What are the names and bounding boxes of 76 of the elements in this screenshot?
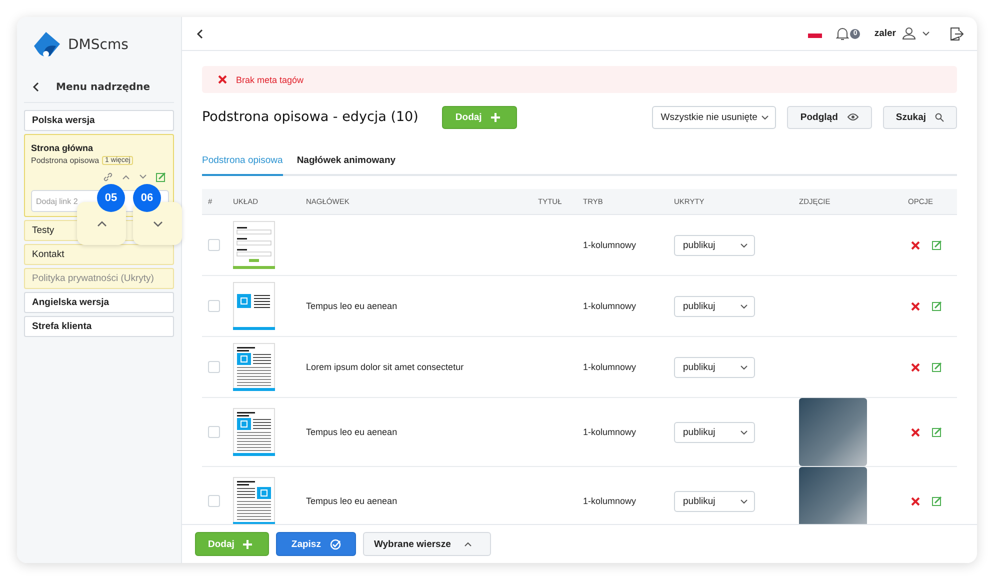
heading-text: Tempus leo eu aenean — [306, 496, 398, 506]
chevron-down-icon — [740, 430, 748, 434]
filter-dropdown[interactable]: Wszystkie nie usunięte — [652, 106, 776, 128]
bell-icon[interactable] — [836, 26, 850, 40]
visibility-dropdown[interactable]: publikuj — [674, 490, 755, 512]
parent-menu-link[interactable]: Menu nadrzędne — [24, 72, 158, 102]
menu-item[interactable]: Angielska wersja — [24, 292, 174, 313]
delete-icon[interactable] — [911, 496, 920, 506]
user-menu-button[interactable]: zaler — [874, 27, 930, 40]
mode-text: 1-kolumnowy — [583, 496, 636, 506]
plus-icon — [490, 112, 500, 122]
close-icon — [218, 75, 227, 84]
edit-icon[interactable] — [932, 362, 942, 372]
mode-text: 1-kolumnowy — [583, 427, 636, 437]
delete-icon[interactable] — [911, 240, 920, 250]
tab[interactable]: Nagłówek animowany — [296, 150, 396, 176]
edit-icon[interactable] — [932, 301, 942, 311]
visibility-dropdown[interactable]: publikuj — [674, 296, 755, 316]
row-checkbox[interactable] — [208, 239, 220, 251]
chevron-up-icon — [96, 220, 106, 226]
row-checkbox[interactable] — [208, 495, 220, 507]
menu-item[interactable]: Kontakt — [24, 244, 174, 265]
search-icon — [935, 112, 944, 122]
row-checkbox[interactable] — [208, 361, 220, 373]
mode-text: 1-kolumnowy — [583, 301, 636, 311]
chevron-down-icon — [761, 114, 770, 120]
check-circle-icon — [330, 538, 341, 550]
save-button[interactable]: Zapisz — [276, 532, 356, 556]
chevron-up-icon — [464, 542, 472, 546]
edit-icon[interactable] — [156, 172, 166, 182]
chevron-down-icon — [922, 31, 930, 36]
chevron-left-icon — [32, 82, 40, 92]
link-icon[interactable] — [103, 172, 113, 182]
plus-icon — [243, 540, 252, 548]
alert-text: Brak meta tagów — [236, 74, 304, 84]
delete-icon[interactable] — [911, 428, 920, 436]
chevron-down-icon — [152, 220, 162, 226]
chevron-down-icon — [740, 364, 748, 370]
heading-text: Tempus leo eu aenean — [306, 427, 398, 437]
selected-rows-button[interactable]: Wybrane wiersze — [362, 532, 491, 556]
visibility-dropdown[interactable]: publikuj — [674, 234, 755, 256]
logo-text: DMScms — [68, 36, 128, 52]
menu-item-title: Strona główna — [31, 143, 94, 153]
layout-thumbnail-drawing — [233, 221, 275, 269]
chevron-down-icon — [740, 498, 748, 504]
edit-icon[interactable] — [932, 240, 942, 250]
move-up-icon[interactable] — [122, 174, 130, 180]
heading-text: Tempus leo eu aenean — [306, 301, 398, 311]
delete-icon[interactable] — [911, 362, 920, 372]
mode-text: 1-kolumnowy — [583, 362, 636, 372]
layout-thumbnail-drawing — [233, 343, 275, 391]
visibility-dropdown[interactable]: publikuj — [674, 422, 755, 442]
menu-item[interactable]: Strefa klienta — [24, 316, 174, 337]
edit-icon[interactable] — [932, 496, 942, 506]
search-button[interactable]: Szukaj — [882, 106, 957, 128]
row-checkbox[interactable] — [208, 426, 220, 438]
page-title: Podstrona opisowa - edycja (10) — [202, 109, 418, 125]
menu-item-subtitle: Podstrona opisowa — [31, 156, 100, 165]
chevron-down-icon — [740, 242, 748, 248]
chevron-down-icon — [740, 304, 748, 308]
logout-icon[interactable] — [950, 26, 964, 40]
back-chevron-icon[interactable] — [196, 28, 204, 38]
layout-thumbnail-drawing — [233, 282, 275, 330]
menu-item[interactable]: Polska wersja — [24, 110, 174, 131]
heading-text: Lorem ipsum dolor sit amet consectetur — [306, 362, 464, 372]
move-down-icon[interactable] — [139, 174, 147, 180]
visibility-dropdown[interactable]: publikuj — [674, 356, 755, 378]
mode-text: 1-kolumnowy — [583, 240, 636, 250]
eye-icon — [846, 113, 859, 121]
layout-thumbnail-drawing — [233, 408, 275, 456]
delete-icon[interactable] — [911, 302, 920, 310]
row-checkbox[interactable] — [208, 300, 220, 312]
edit-icon[interactable] — [932, 427, 942, 437]
logo-icon — [32, 30, 62, 60]
user-icon — [902, 27, 916, 40]
preview-button[interactable]: Podgląd — [787, 106, 872, 128]
